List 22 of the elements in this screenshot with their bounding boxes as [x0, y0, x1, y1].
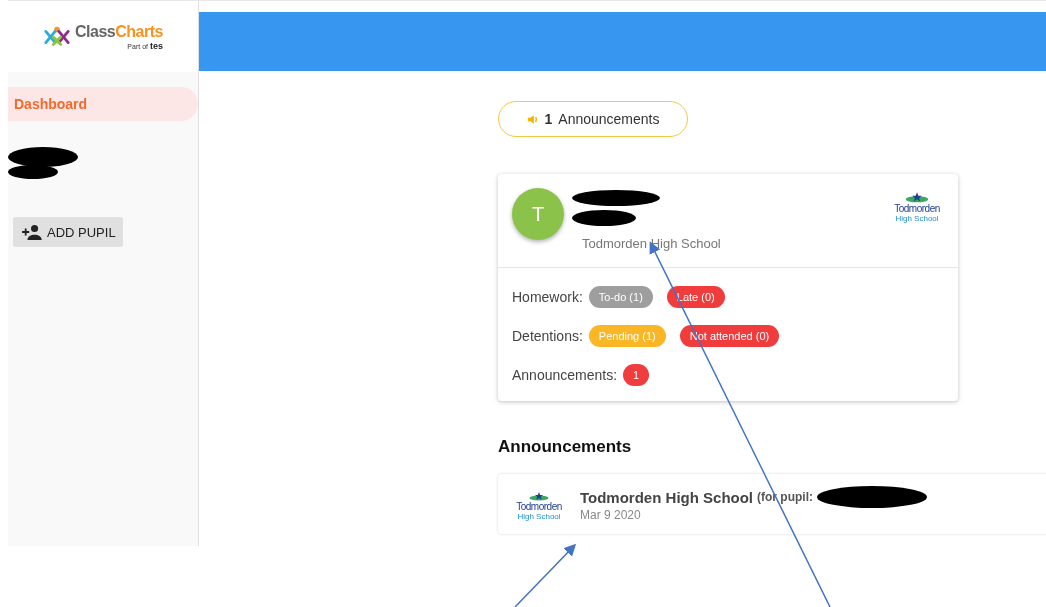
speaker-icon	[526, 113, 539, 125]
status-badge: Pending (1)	[588, 324, 666, 347]
school-logo: Todmorden High School	[890, 192, 944, 223]
status-badge: To-do (1)	[588, 285, 653, 308]
row-label: Detentions:	[512, 327, 583, 344]
status-badge: 1	[623, 363, 650, 386]
status-badge: Late (0)	[666, 285, 725, 308]
announcement-date: Mar 9 2020	[580, 508, 642, 522]
row-label: Homework:	[512, 288, 583, 305]
redaction-mark	[572, 210, 636, 226]
redaction-mark	[8, 147, 78, 167]
people-icon	[43, 24, 72, 49]
section-heading: Announcements	[498, 437, 632, 457]
redaction-mark	[8, 165, 58, 179]
row-label: Announcements:	[512, 366, 618, 383]
avatar: T	[512, 188, 564, 240]
announcement-school: Todmorden High School	[580, 488, 754, 506]
announcements-button[interactable]: 1 Announcements	[498, 101, 688, 137]
add-person-icon	[20, 224, 42, 240]
add-pupil-button[interactable]: ADD PUPIL	[13, 217, 123, 247]
pupil-label: (for pupil:	[757, 490, 814, 504]
school-logo: Todmorden High School	[512, 492, 566, 522]
